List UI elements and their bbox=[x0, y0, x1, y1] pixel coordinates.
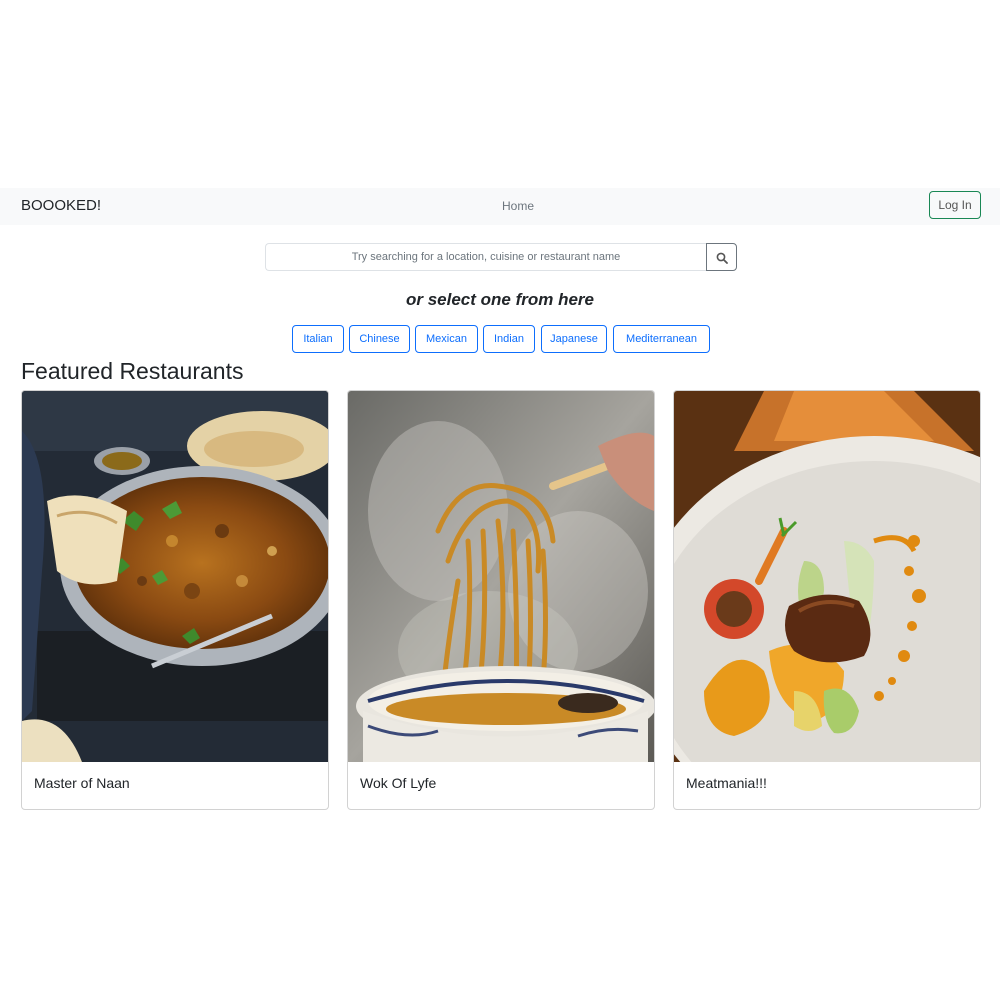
cuisine-chinese-button[interactable]: Chinese bbox=[349, 325, 410, 353]
restaurant-card-master-of-naan[interactable]: Master of Naan bbox=[21, 390, 329, 810]
restaurant-name: Wok Of Lyfe bbox=[360, 775, 437, 791]
noodles-photo bbox=[348, 391, 654, 762]
plated-steak-photo bbox=[674, 391, 980, 762]
cuisine-mediterranean-button[interactable]: Mediterranean bbox=[613, 325, 710, 353]
cuisine-japanese-button[interactable]: Japanese bbox=[541, 325, 607, 353]
restaurant-card-wok-of-lyfe[interactable]: Wok Of Lyfe bbox=[347, 390, 655, 810]
search-button[interactable] bbox=[706, 243, 737, 271]
cuisine-italian-button[interactable]: Italian bbox=[292, 325, 344, 353]
search-bar bbox=[265, 243, 737, 271]
restaurant-name: Master of Naan bbox=[34, 775, 130, 791]
restaurant-name: Meatmania!!! bbox=[686, 775, 767, 791]
cuisine-indian-button[interactable]: Indian bbox=[483, 325, 535, 353]
featured-title: Featured Restaurants bbox=[21, 358, 244, 384]
brand-logo[interactable]: BOOOKED! bbox=[21, 197, 101, 214]
curry-dish-photo bbox=[22, 391, 328, 762]
nav-home-link[interactable]: Home bbox=[502, 199, 534, 213]
search-icon bbox=[716, 252, 728, 264]
navbar: BOOOKED! Home Log In bbox=[0, 188, 1000, 225]
select-heading: or select one from here bbox=[405, 290, 594, 309]
restaurant-card-meatmania[interactable]: Meatmania!!! bbox=[673, 390, 981, 810]
cuisine-mexican-button[interactable]: Mexican bbox=[415, 325, 478, 353]
login-button[interactable]: Log In bbox=[929, 191, 981, 219]
search-input[interactable] bbox=[265, 243, 706, 271]
